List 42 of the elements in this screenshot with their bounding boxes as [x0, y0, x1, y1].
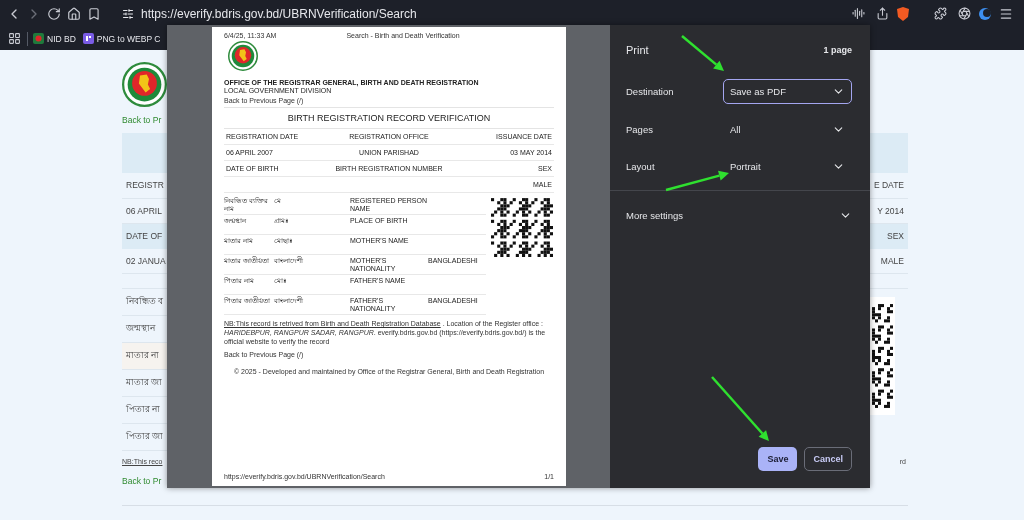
- table-cell-text: Y 2014: [877, 205, 905, 216]
- qr-code-icon: [491, 195, 553, 257]
- table-cell-text: মাতার না: [125, 349, 160, 362]
- setting-label: Pages: [626, 123, 654, 135]
- annotation-arrow: [681, 35, 724, 71]
- government-logo: [228, 41, 258, 71]
- table-cell-text: পিতার জা: [125, 430, 164, 443]
- more-settings-toggle[interactable]: More settings: [610, 190, 870, 241]
- table-cell-text: নিবন্ধিত ব: [125, 295, 164, 308]
- table-cell-text: মাতার জা: [125, 376, 163, 389]
- address-field[interactable]: https://everify.bdris.gov.bd/UBRNVerification/Search: [141, 6, 417, 21]
- table-cell-text: MALE: [880, 255, 905, 266]
- setting-dropdown[interactable]: Portrait: [723, 154, 852, 180]
- table-cell-text: DATE OF: [125, 231, 163, 242]
- annotation-arrow: [665, 170, 729, 192]
- table-cell-text: পিতার না: [125, 403, 161, 416]
- table-cell-text: 06 APRIL: [125, 205, 162, 216]
- annotation-arrow: [711, 376, 769, 441]
- table-cell-text: জন্মস্থান: [125, 322, 155, 335]
- flag-favicon-icon: [33, 33, 44, 44]
- setting-label: Destination: [626, 86, 675, 98]
- table-cell-text: 02 JANUA: [125, 255, 166, 266]
- back-link[interactable]: Back to Pr: [122, 476, 162, 486]
- apps-grid-icon[interactable]: [6, 30, 22, 47]
- shield-icon[interactable]: [896, 5, 910, 22]
- table-cell-text: E DATE: [873, 180, 905, 191]
- save-button[interactable]: Save: [758, 447, 798, 471]
- bookmark-link[interactable]: NID BD: [47, 33, 76, 44]
- cancel-button[interactable]: Cancel: [804, 447, 852, 471]
- setting-dropdown[interactable]: Save as PDF: [723, 79, 852, 105]
- page-count: 1 page: [823, 45, 852, 55]
- back-link[interactable]: Back to Pr: [122, 115, 162, 125]
- table-cell-text: SEX: [887, 231, 905, 242]
- table-cell-text: REGISTR: [125, 180, 164, 191]
- dialog-title: Print: [626, 44, 649, 56]
- bookmark-link[interactable]: PNG to WEBP C: [96, 33, 161, 44]
- record-title: BIRTH REGISTRATION RECORD VERIFICATION: [224, 107, 554, 129]
- image-favicon-icon: [82, 33, 94, 44]
- site-settings-icon[interactable]: [122, 7, 134, 20]
- crescent-icon[interactable]: [978, 6, 992, 21]
- setting-label: Layout: [626, 161, 656, 173]
- setting-dropdown[interactable]: All: [723, 116, 852, 142]
